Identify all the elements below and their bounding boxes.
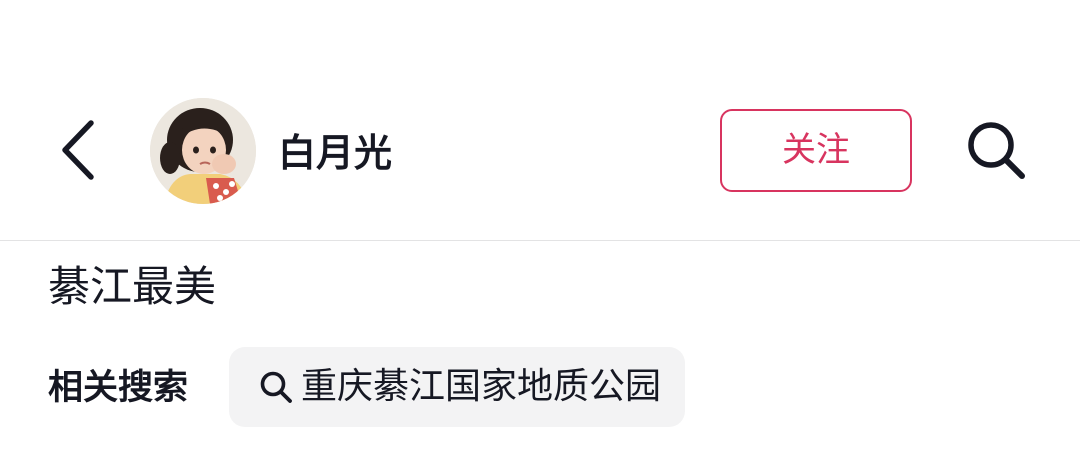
header-divider bbox=[0, 240, 1080, 241]
chevron-left-icon bbox=[62, 120, 94, 180]
top-nav-bar: 白月光 关注 bbox=[0, 90, 1080, 220]
search-button[interactable] bbox=[958, 112, 1034, 188]
author-name[interactable]: 白月光 bbox=[278, 126, 392, 180]
status-bar bbox=[0, 0, 1080, 60]
search-icon bbox=[259, 369, 295, 405]
back-button[interactable] bbox=[50, 118, 106, 182]
search-icon bbox=[968, 122, 1025, 179]
related-search-text: 重庆綦江国家地质公园 bbox=[301, 366, 662, 407]
avatar-image bbox=[150, 98, 256, 204]
avatar[interactable] bbox=[150, 98, 256, 204]
video-detail-page: 白月光 关注 綦江最美 相关搜索 重庆綦江国家地质公园 bbox=[0, 0, 1080, 462]
post-title: 綦江最美 bbox=[48, 262, 217, 311]
follow-button[interactable]: 关注 bbox=[720, 109, 912, 192]
related-search-chip[interactable]: 重庆綦江国家地质公园 bbox=[229, 347, 686, 427]
related-search-label: 相关搜索 bbox=[48, 368, 189, 408]
